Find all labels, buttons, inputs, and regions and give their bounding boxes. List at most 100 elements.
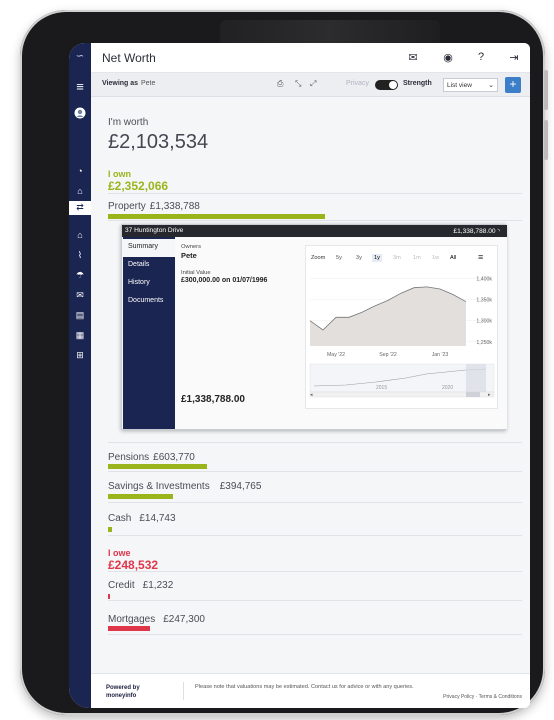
toggle-knob	[389, 81, 397, 89]
bank-icon[interactable]: ⌂	[69, 185, 91, 197]
asset-row-savings[interactable]: Savings & Investments £394,765	[108, 481, 261, 492]
x-tick-label: Jan '23	[432, 352, 449, 358]
asset-progress-bar	[108, 527, 112, 532]
own-label: I own	[108, 169, 131, 179]
popup-nav: Summary Details History Documents	[123, 237, 175, 429]
asset-progress-bar	[108, 494, 173, 499]
help-icon[interactable]: ?	[474, 51, 488, 63]
chart-plot: 1,250k 1,300k 1,350k 1,400k May '22 Sep '22 J…	[309, 276, 495, 398]
initial-value: £300,000.00 on 01/07/1996	[181, 277, 268, 284]
mail-icon[interactable]: ✉	[406, 51, 420, 64]
asset-row-pensions[interactable]: Pensions £603,770	[108, 452, 195, 463]
chevron-down-icon: ⌄	[488, 82, 494, 89]
view-select-value: List view	[447, 82, 472, 89]
print-icon[interactable]: ⎙	[277, 79, 283, 89]
logo-icon: ∽	[75, 51, 85, 62]
footer: Powered by moneyinfo Please note that va…	[91, 673, 530, 708]
collapse-icon[interactable]: ⤡	[295, 79, 301, 89]
footer-links[interactable]: Privacy Policy · Terms & Conditions	[443, 694, 522, 700]
popup-value: £1,338,788.00 ◝	[453, 228, 500, 235]
liability-value: £247,300	[163, 614, 205, 625]
privacy-toggle[interactable]	[375, 80, 398, 90]
add-button[interactable]: +	[505, 77, 521, 93]
divider	[108, 600, 522, 601]
scroll-left-icon[interactable]: ◂	[310, 392, 313, 398]
nav-documents[interactable]: Documents	[123, 293, 175, 311]
navigator-selection[interactable]	[466, 364, 486, 392]
y-tick-label: 1,250k	[476, 340, 492, 346]
divider	[108, 502, 522, 503]
asset-label: Pensions	[108, 452, 150, 463]
view-select[interactable]: List view ⌄	[443, 78, 498, 92]
app-screen: ∽ ≡ ◔ ⌂ ⇄ ⌂ ⌇ ☂ ✉ ▤ ▦ ⊞ Net Worth ✉ ◉ ? …	[69, 43, 530, 708]
worth-amount: £2,103,534	[108, 131, 209, 153]
transfer-icon[interactable]: ⇄	[69, 201, 91, 215]
nav-history[interactable]: History	[123, 275, 175, 293]
scrollbar-thumb[interactable]	[466, 392, 480, 397]
area-fill	[310, 286, 466, 346]
page-title: Net Worth	[102, 51, 156, 65]
x-tick-label: May '22	[327, 352, 345, 358]
liability-label: Mortgages	[108, 614, 156, 625]
asset-row-cash[interactable]: Cash £14,743	[108, 513, 176, 524]
umbrella-icon[interactable]: ☂	[69, 269, 91, 281]
strength-label: Strength	[403, 80, 432, 87]
liability-progress-bar	[108, 594, 110, 599]
divider	[108, 193, 522, 194]
user-icon[interactable]: ◉	[441, 51, 455, 64]
navigator-label: 2015	[376, 385, 388, 391]
privacy-label: Privacy	[346, 80, 369, 87]
home-icon[interactable]: ⌂	[69, 229, 91, 241]
expand-icon[interactable]: ⤢	[310, 79, 316, 89]
sidebar: ∽ ≡ ◔ ⌂ ⇄ ⌂ ⌇ ☂ ✉ ▤ ▦ ⊞	[69, 43, 91, 708]
scroll-right-icon[interactable]: ▸	[488, 392, 491, 398]
top-bar: Net Worth ✉ ◉ ? ⇥	[91, 43, 530, 73]
asset-progress-bar	[108, 214, 325, 219]
asset-value: £394,765	[219, 481, 262, 492]
divider	[108, 634, 522, 635]
asset-value: £1,338,788	[149, 201, 200, 212]
current-value: £1,338,788.00	[181, 394, 245, 405]
volume-button	[544, 120, 548, 160]
viewing-as-user[interactable]: Pete	[141, 80, 155, 87]
navigator-label: 2020	[442, 385, 454, 391]
liability-row-credit[interactable]: Credit £1,232	[108, 580, 173, 591]
owners-value: Pete	[181, 251, 197, 260]
popup-title: 37 Huntington Drive	[125, 227, 184, 234]
volume-button	[544, 70, 548, 110]
popup-header: 37 Huntington Drive £1,338,788.00 ◝	[122, 225, 507, 237]
owe-amount: £248,532	[108, 558, 159, 572]
asset-label: Property	[108, 201, 146, 212]
liability-value: £1,232	[142, 580, 174, 591]
nav-summary[interactable]: Summary	[123, 239, 175, 257]
menu-icon[interactable]: ≡	[69, 80, 91, 93]
avatar[interactable]	[69, 107, 91, 122]
own-amount: £2,352,066	[108, 179, 169, 193]
divider	[108, 220, 522, 221]
powered-by: Powered by moneyinfo	[106, 685, 140, 699]
liability-row-mortgages[interactable]: Mortgages £247,300	[108, 614, 205, 625]
dashboard-icon[interactable]: ◔	[69, 165, 91, 177]
logout-icon[interactable]: ⇥	[507, 51, 521, 64]
document-icon[interactable]: ▤	[69, 309, 91, 321]
disclaimer-text: Please note that valuations may be estim…	[195, 684, 414, 690]
calendar-plus-icon[interactable]: ⊞	[69, 349, 91, 361]
owe-label: I owe	[108, 548, 131, 558]
liability-label: Credit	[108, 580, 135, 591]
signal-icon: ◝	[497, 228, 500, 235]
worth-label: I'm worth	[108, 117, 149, 128]
toolbar: Viewing as Pete ⎙ ⤡ ⤢ Privacy Strength L…	[91, 73, 530, 97]
asset-value: £14,743	[139, 513, 176, 524]
divider	[108, 571, 522, 572]
viewing-as-label: Viewing as	[102, 80, 139, 87]
y-tick-label: 1,400k	[476, 276, 492, 282]
main-content: I'm worth £2,103,534 I own £2,352,066 Pr…	[91, 97, 530, 667]
divider	[108, 535, 522, 536]
nav-details[interactable]: Details	[123, 257, 175, 275]
y-tick-label: 1,350k	[476, 298, 492, 304]
chart-icon[interactable]: ⌇	[69, 249, 91, 261]
asset-row-property[interactable]: Property £1,338,788	[108, 201, 200, 212]
property-detail-popup: 37 Huntington Drive £1,338,788.00 ◝ Summ…	[121, 224, 507, 430]
calendar-icon[interactable]: ▦	[69, 329, 91, 341]
mail-icon[interactable]: ✉	[69, 289, 91, 301]
